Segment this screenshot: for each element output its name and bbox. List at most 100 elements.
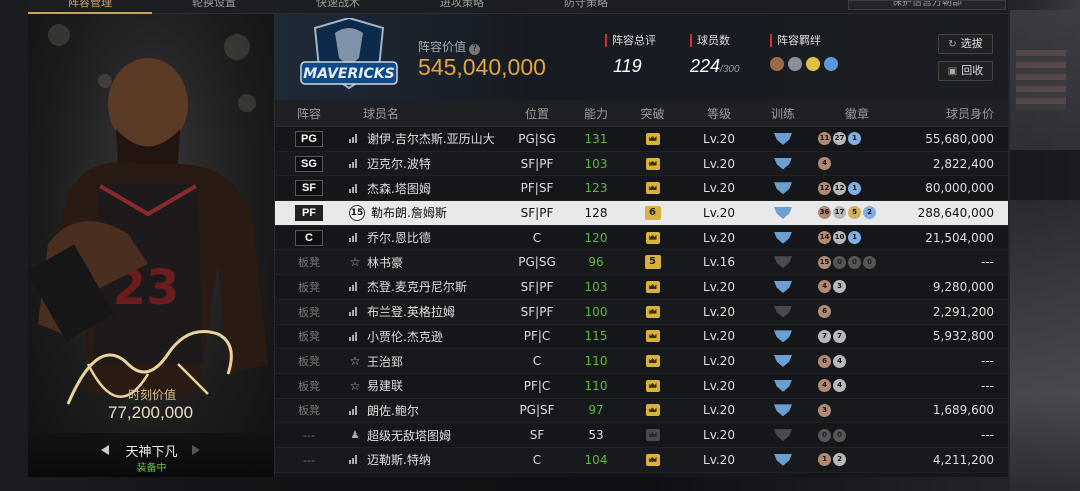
breakthrough-cell[interactable] [621, 453, 684, 466]
breakthrough-cell[interactable] [621, 379, 684, 392]
position-badge: SF [295, 180, 323, 197]
player-name-cell[interactable]: 小贾伦.杰克逊 [343, 328, 503, 345]
breakthrough-cell[interactable] [621, 305, 684, 318]
table-row[interactable]: 板凳 ☆ 林书豪 PG|SG 96 5 Lv.16 15 0 0 0 --- [275, 250, 1008, 276]
badge-icon: 0 [818, 428, 831, 442]
training-cell[interactable] [754, 231, 812, 244]
badge-icon: 4 [833, 354, 846, 368]
player-value: --- [981, 428, 994, 443]
table-row[interactable]: 板凳 布兰登.英格拉姆 SF|PF 100 Lv.20 6 2,291,200 [275, 299, 1008, 325]
table-row[interactable]: C 乔尔.恩比德 C 120 Lv.20 14 10 1 21,504,000 [275, 226, 1008, 251]
player-name-cell[interactable]: 朗佐.鲍尔 [343, 402, 503, 419]
col-training: 训练 [770, 106, 795, 121]
tab-tactics[interactable]: 快速战术 [276, 0, 400, 14]
bench-label: 板凳 [298, 305, 320, 319]
training-cell[interactable] [754, 355, 812, 368]
breakthrough-cell[interactable] [621, 404, 684, 417]
training-cell[interactable] [754, 157, 812, 170]
bond-icon-gold[interactable] [806, 57, 820, 71]
badge-icon: 12 [818, 181, 831, 195]
breakthrough-cell[interactable] [621, 330, 684, 343]
bond-icon-silver[interactable] [788, 57, 802, 71]
training-cell[interactable] [754, 453, 812, 466]
table-row[interactable]: SG 迈克尔.波特 SF|PF 103 Lv.20 4 2,822,400 [275, 151, 1008, 177]
breakthrough-cell[interactable] [621, 231, 684, 244]
breakthrough-cell[interactable] [621, 157, 684, 170]
table-row[interactable]: PG 谢伊.吉尔杰斯.亚历山大 PG|SG 131 Lv.20 11 27 1 55,680,0… [275, 127, 1008, 152]
table-row[interactable]: PF 15 勒布朗.詹姆斯 SF|PF 128 6 Lv.20 36 17 5 2 288,640,0… [275, 201, 1008, 226]
signal-bars-icon [349, 307, 361, 317]
player-name-cell[interactable]: 15 勒布朗.詹姆斯 [343, 204, 503, 221]
top-right-dropdown[interactable]: 保护信营方朝部 [848, 0, 1006, 10]
tab-offense[interactable]: 进攻策略 [400, 0, 524, 14]
training-cell[interactable] [754, 256, 812, 269]
breakthrough-cell[interactable] [621, 429, 684, 442]
player-name-cell[interactable]: 谢伊.吉尔杰斯.亚历山大 [343, 130, 503, 147]
bonds-stat: 阵容羁绊 [770, 34, 838, 71]
lineup-header: MAVERICKS 阵容价值? 545,040,000 阵容总评 119 球员数… [275, 14, 1008, 100]
training-cell[interactable] [754, 132, 812, 145]
breakthrough-cell[interactable] [621, 355, 684, 368]
lineup-slot: SG [275, 155, 343, 172]
badge-icon: 0 [833, 255, 846, 269]
training-icon [774, 206, 792, 219]
card-footer: 天神下凡 装备中 [28, 433, 274, 477]
lineup-slot: 板凳 [275, 353, 343, 369]
crown-icon [645, 330, 660, 343]
table-row[interactable]: 板凳 朗佐.鲍尔 PG|SF 97 Lv.20 3 1,689,600 [275, 398, 1008, 424]
training-icon [774, 256, 792, 269]
lineup-slot: 板凳 [275, 254, 343, 270]
bond-icon-blue[interactable] [824, 57, 838, 71]
player-name-cell[interactable]: 杰森.塔图姆 [343, 180, 503, 197]
table-row[interactable]: SF 杰森.塔图姆 PF|SF 123 Lv.20 12 12 1 80,000,000 [275, 176, 1008, 202]
player-name-cell[interactable]: 布兰登.英格拉姆 [343, 303, 503, 320]
table-row[interactable]: 板凳 杰登.麦克丹尼尔斯 SF|PF 103 Lv.20 4 3 9,280,000 [275, 275, 1008, 300]
next-arrow-icon[interactable] [192, 445, 200, 455]
tab-defense[interactable]: 防守策略 [524, 0, 648, 14]
training-cell[interactable] [754, 280, 812, 293]
breakthrough-cell[interactable]: 5 [621, 255, 684, 270]
player-value: 80,000,000 [925, 181, 994, 196]
training-cell[interactable] [754, 429, 812, 442]
player-position: PG|SG [518, 255, 556, 270]
badges-cell: 64 [812, 354, 902, 368]
table-row[interactable]: --- ♟ 超级无敌塔图姆 SF 53 Lv.20 0 0 --- [275, 423, 1008, 448]
training-cell[interactable] [754, 379, 812, 392]
player-value: --- [981, 255, 994, 270]
player-name-cell[interactable]: 乔尔.恩比德 [343, 229, 503, 246]
player-card[interactable]: 23 时刻价值 77,200,000 天神下凡 装备中 [28, 14, 275, 477]
table-row[interactable]: 板凳 ☆ 易建联 PF|C 110 Lv.20 4 4 --- [275, 374, 1008, 399]
breakthrough-cell[interactable] [621, 182, 684, 195]
player-name-cell[interactable]: ☆ 王治郅 [343, 353, 503, 370]
recycle-button[interactable]: ▣ 回收 [938, 61, 993, 81]
team-logo: MAVERICKS [300, 18, 398, 90]
table-row[interactable]: --- 迈勒斯.特纳 C 104 Lv.20 1 2 4,211,200 [275, 447, 1008, 473]
training-cell[interactable] [754, 182, 812, 195]
training-cell[interactable] [754, 330, 812, 343]
player-name-cell[interactable]: ♟ 超级无敌塔图姆 [343, 427, 503, 444]
col-ability: 能力 [583, 106, 608, 121]
table-row[interactable]: 板凳 小贾伦.杰克逊 PF|C 115 Lv.20 7 7 5,932,800 [275, 325, 1008, 350]
tab-rotation[interactable]: 轮换设置 [152, 0, 276, 14]
jersey-number-badge: 15 [349, 204, 365, 221]
breakthrough-cell[interactable]: 6 [621, 205, 684, 220]
select-button[interactable]: ↻ 选拔 [938, 34, 993, 54]
training-cell[interactable] [754, 206, 812, 219]
bond-icon-bronze[interactable] [770, 57, 784, 71]
player-name-cell[interactable]: 迈克尔.波特 [343, 155, 503, 172]
table-row[interactable]: 板凳 ☆ 王治郅 C 110 Lv.20 6 4 --- [275, 349, 1008, 374]
player-name-cell[interactable]: 迈勒斯.特纳 [343, 451, 503, 468]
tab-lineup[interactable]: 阵容管理 [28, 0, 152, 14]
player-name-cell[interactable]: ☆ 林书豪 [343, 254, 503, 271]
player-name-cell[interactable]: ☆ 易建联 [343, 377, 503, 394]
training-cell[interactable] [754, 404, 812, 417]
badge-icon: 17 [833, 206, 846, 220]
player-value: 1,689,600 [932, 403, 994, 418]
bond-icons[interactable] [770, 57, 838, 71]
breakthrough-cell[interactable] [621, 280, 684, 293]
training-cell[interactable] [754, 305, 812, 318]
player-position: C [532, 452, 542, 467]
player-value: 21,504,000 [925, 230, 994, 245]
breakthrough-cell[interactable] [621, 132, 684, 145]
player-name-cell[interactable]: 杰登.麦克丹尼尔斯 [343, 278, 503, 295]
